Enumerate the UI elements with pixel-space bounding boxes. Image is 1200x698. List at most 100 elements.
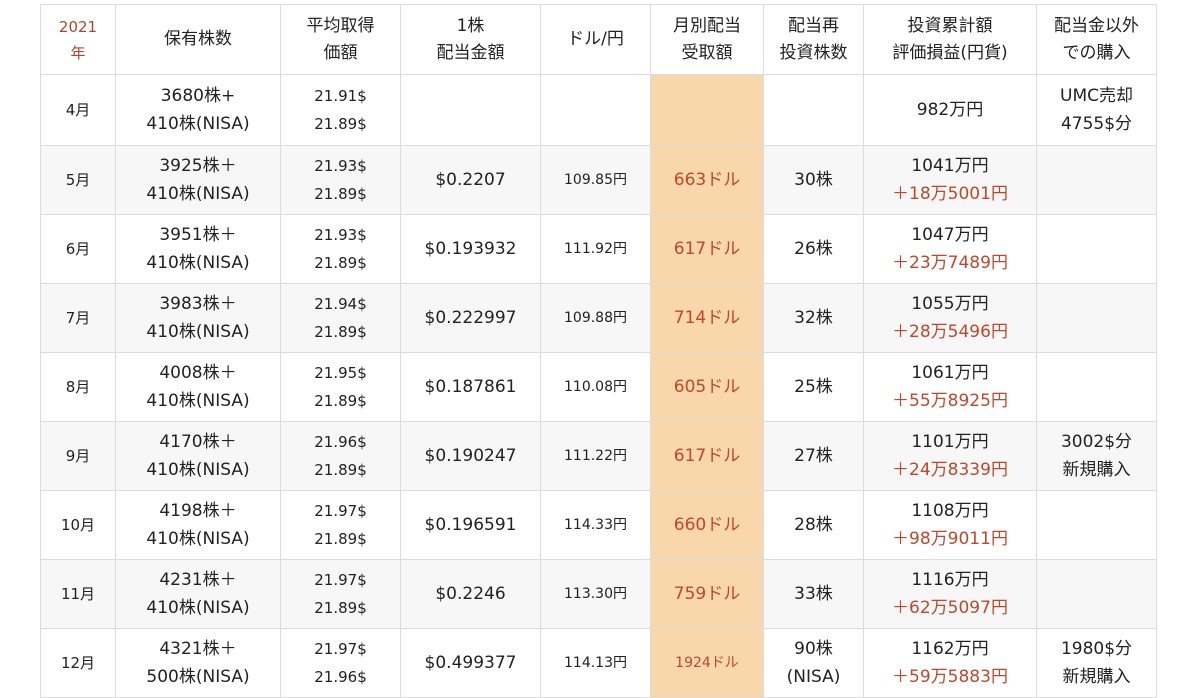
- avg-price-cell: 21.97$ 21.89$: [280, 559, 401, 629]
- monthly-dividend-cell: 617ドル: [650, 421, 764, 491]
- monthly-dividend-cell: 617ドル: [650, 214, 764, 284]
- other-purchase-cell: 3002$分 新規購入: [1036, 421, 1157, 491]
- reinvest-shares-cell: 28株: [763, 490, 864, 560]
- month-cell: 5月: [40, 145, 116, 215]
- total-investment-cell: 1047万円 ＋23万7489円: [863, 214, 1037, 284]
- month-cell: 12月: [40, 628, 116, 698]
- reinvest-shares-cell: 32株: [763, 283, 864, 353]
- year-header: 2021 年: [40, 4, 116, 75]
- table-row: 8月 4008株＋ 410株(NISA) 21.95$ 21.89$ $0.187861 1…: [40, 352, 1157, 422]
- holdings-cell: 4170株＋ 410株(NISA): [115, 421, 281, 491]
- monthly-dividend-cell: 605ドル: [650, 352, 764, 422]
- holdings-cell: 4198株＋ 410株(NISA): [115, 490, 281, 560]
- total-investment-cell: 1041万円 ＋18万5001円: [863, 145, 1037, 215]
- dividend-per-share-cell: $0.2207: [400, 145, 541, 215]
- avg-price-cell: 21.91$ 21.89$: [280, 74, 401, 146]
- fx-rate-cell: 111.92円: [540, 214, 651, 284]
- month-cell: 7月: [40, 283, 116, 353]
- total-investment-cell: 1116万円 ＋62万5097円: [863, 559, 1037, 629]
- other-purchase-cell: [1036, 283, 1157, 353]
- fx-rate-cell: 110.08円: [540, 352, 651, 422]
- reinvest-shares-cell: 26株: [763, 214, 864, 284]
- fx-rate-cell: 109.88円: [540, 283, 651, 353]
- dividend-per-share-cell: $0.222997: [400, 283, 541, 353]
- table-row: 7月 3983株＋ 410株(NISA) 21.94$ 21.89$ $0.222997 1…: [40, 283, 1157, 353]
- month-cell: 9月: [40, 421, 116, 491]
- total-investment-cell: 1101万円 ＋24万8339円: [863, 421, 1037, 491]
- dividend-per-share-cell: $0.499377: [400, 628, 541, 698]
- fx-rate-header: ドル/円: [540, 4, 651, 75]
- monthly-dividend-header: 月別配当 受取額: [650, 4, 764, 75]
- table-row: 6月 3951株＋ 410株(NISA) 21.93$ 21.89$ $0.193932 1…: [40, 214, 1157, 284]
- dividend-per-share-cell: $0.196591: [400, 490, 541, 560]
- other-purchase-cell: [1036, 559, 1157, 629]
- dividend-per-share-cell: $0.187861: [400, 352, 541, 422]
- table-row: 9月 4170株＋ 410株(NISA) 21.96$ 21.89$ $0.190247 1…: [40, 421, 1157, 491]
- dividend-table: 2021 年 保有株数 平均取得 価額 1株 配当金額 ドル/円 月別配当 受取額 配当…: [40, 4, 1157, 698]
- holdings-cell: 3983株＋ 410株(NISA): [115, 283, 281, 353]
- reinvest-shares-header: 配当再 投資株数: [763, 4, 864, 75]
- reinvest-shares-cell: 27株: [763, 421, 864, 491]
- other-purchase-cell: [1036, 214, 1157, 284]
- holdings-cell: 3925株＋ 410株(NISA): [115, 145, 281, 215]
- dividend-per-share-cell: [400, 74, 541, 146]
- fx-rate-cell: 114.33円: [540, 490, 651, 560]
- holdings-cell: 4231株＋ 410株(NISA): [115, 559, 281, 629]
- total-investment-cell: 982万円: [863, 74, 1037, 146]
- other-purchase-cell: 1980$分 新規購入: [1036, 628, 1157, 698]
- fx-rate-cell: 114.13円: [540, 628, 651, 698]
- other-purchase-cell: [1036, 352, 1157, 422]
- fx-rate-cell: 109.85円: [540, 145, 651, 215]
- fx-rate-cell: 113.30円: [540, 559, 651, 629]
- reinvest-shares-cell: [763, 74, 864, 146]
- month-cell: 10月: [40, 490, 116, 560]
- header-row: 2021 年 保有株数 平均取得 価額 1株 配当金額 ドル/円 月別配当 受取額 配当…: [40, 4, 1157, 75]
- month-cell: 11月: [40, 559, 116, 629]
- monthly-dividend-cell: 759ドル: [650, 559, 764, 629]
- other-purchase-cell: UMC売却 4755$分: [1036, 74, 1157, 146]
- holdings-cell: 3951株＋ 410株(NISA): [115, 214, 281, 284]
- month-cell: 8月: [40, 352, 116, 422]
- avg-price-cell: 21.96$ 21.89$: [280, 421, 401, 491]
- other-purchase-header: 配当金以外 での購入: [1036, 4, 1157, 75]
- dividend-per-share-cell: $0.193932: [400, 214, 541, 284]
- holdings-header: 保有株数: [115, 4, 281, 75]
- table-row: 10月 4198株＋ 410株(NISA) 21.97$ 21.89$ $0.196591…: [40, 490, 1157, 560]
- reinvest-shares-cell: 90株 (NISA): [763, 628, 864, 698]
- avg-price-cell: 21.97$ 21.89$: [280, 490, 401, 560]
- holdings-cell: 3680株+ 410株(NISA): [115, 74, 281, 146]
- month-cell: 6月: [40, 214, 116, 284]
- monthly-dividend-cell: 660ドル: [650, 490, 764, 560]
- monthly-dividend-cell: 1924ドル: [650, 628, 764, 698]
- table-row: 12月 4321株＋ 500株(NISA) 21.97$ 21.96$ $0.499377…: [40, 628, 1157, 698]
- table-row: 5月 3925株＋ 410株(NISA) 21.93$ 21.89$ $0.2207 109…: [40, 145, 1157, 215]
- avg-price-cell: 21.93$ 21.89$: [280, 214, 401, 284]
- month-cell: 4月: [40, 74, 116, 146]
- dividend-per-share-cell: $0.190247: [400, 421, 541, 491]
- other-purchase-cell: [1036, 490, 1157, 560]
- total-investment-cell: 1055万円 ＋28万5496円: [863, 283, 1037, 353]
- dividend-per-share-cell: $0.2246: [400, 559, 541, 629]
- total-investment-cell: 1108万円 ＋98万9011円: [863, 490, 1037, 560]
- total-investment-cell: 1162万円 ＋59万5883円: [863, 628, 1037, 698]
- fx-rate-cell: 111.22円: [540, 421, 651, 491]
- other-purchase-cell: [1036, 145, 1157, 215]
- holdings-cell: 4008株＋ 410株(NISA): [115, 352, 281, 422]
- reinvest-shares-cell: 25株: [763, 352, 864, 422]
- reinvest-shares-cell: 33株: [763, 559, 864, 629]
- total-investment-cell: 1061万円 ＋55万8925円: [863, 352, 1037, 422]
- reinvest-shares-cell: 30株: [763, 145, 864, 215]
- avg-price-cell: 21.94$ 21.89$: [280, 283, 401, 353]
- table-row: 11月 4231株＋ 410株(NISA) 21.97$ 21.89$ $0.2246 11…: [40, 559, 1157, 629]
- monthly-dividend-cell: 663ドル: [650, 145, 764, 215]
- avg-price-cell: 21.93$ 21.89$: [280, 145, 401, 215]
- total-investment-header: 投資累計額 評価損益(円貨): [863, 4, 1037, 75]
- monthly-dividend-cell: [650, 74, 764, 146]
- avg-price-cell: 21.95$ 21.89$: [280, 352, 401, 422]
- avg-price-cell: 21.97$ 21.96$: [280, 628, 401, 698]
- fx-rate-cell: [540, 74, 651, 146]
- monthly-dividend-cell: 714ドル: [650, 283, 764, 353]
- avg-price-header: 平均取得 価額: [280, 4, 401, 75]
- dividend-per-share-header: 1株 配当金額: [400, 4, 541, 75]
- table-row: 4月 3680株+ 410株(NISA) 21.91$ 21.89$ 982万円 UMC売却…: [40, 74, 1157, 146]
